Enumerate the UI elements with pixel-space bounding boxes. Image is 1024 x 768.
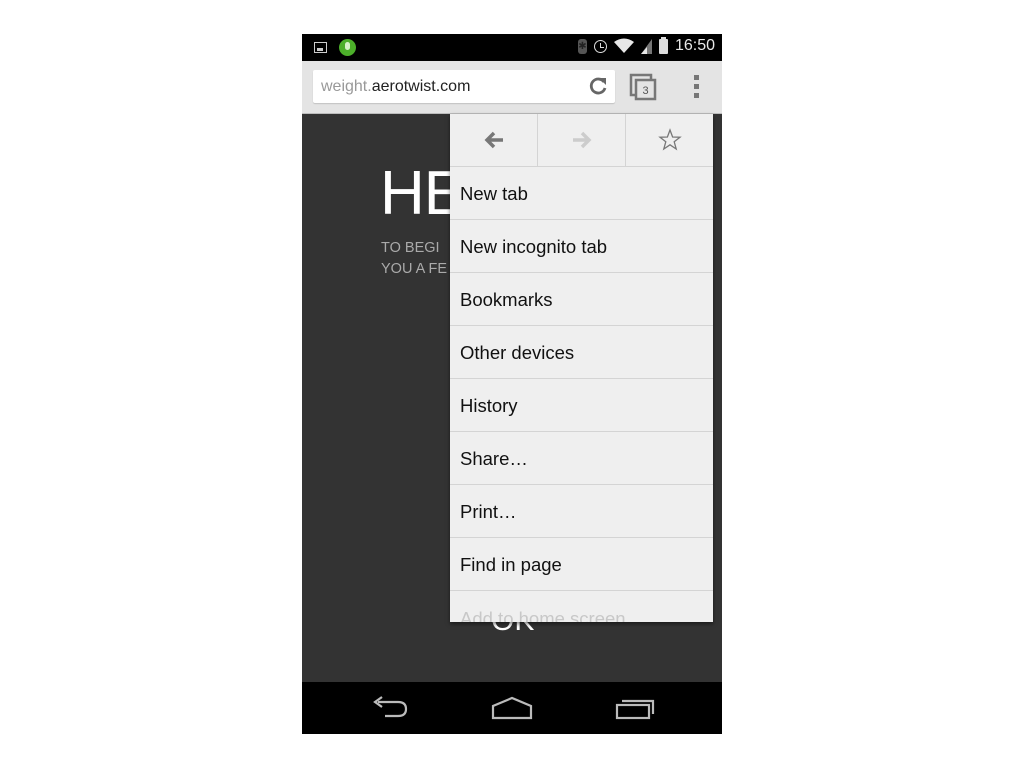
menu-item-add-to-home-screen[interactable]: Add to home screen (450, 591, 713, 622)
bookmark-star-icon (657, 128, 682, 151)
home-icon[interactable] (491, 696, 533, 720)
back-icon[interactable] (370, 696, 410, 720)
tab-count: 3 (642, 85, 648, 97)
menu-item-history[interactable]: History (450, 379, 713, 432)
bookmark-button[interactable] (626, 114, 713, 166)
menu-item-bookmarks[interactable]: Bookmarks (450, 273, 713, 326)
status-bar: ✱ 16:50 (302, 34, 722, 61)
menu-item-new-incognito-tab[interactable]: New incognito tab (450, 220, 713, 273)
wifi-icon (613, 38, 634, 53)
menu-item-new-tab[interactable]: New tab (450, 167, 713, 220)
alarm-icon (593, 39, 607, 53)
clock: 16:50 (674, 37, 715, 54)
intro-line: YOU A FE (381, 261, 448, 277)
back-arrow-icon (484, 131, 503, 149)
back-button[interactable] (450, 114, 538, 166)
recent-apps-icon[interactable] (615, 696, 655, 720)
page-intro-text: TO BEGI YOU A FE (381, 238, 447, 280)
voice-mic-icon (339, 39, 356, 56)
menu-item-other-devices[interactable]: Other devices (450, 326, 713, 379)
battery-icon (658, 36, 668, 54)
menu-item-find-in-page[interactable]: Find in page (450, 538, 713, 591)
cell-signal-icon (640, 38, 652, 54)
browser-toolbar: weight.aerotwist.com 3 (302, 61, 722, 114)
forward-button[interactable] (538, 114, 626, 166)
url-text[interactable]: weight.aerotwist.com (321, 78, 470, 96)
menu-action-row (450, 114, 713, 167)
menu-dot (693, 84, 699, 89)
browser-overflow-menu: New tab New incognito tab Bookmarks Othe… (450, 114, 713, 622)
url-subdomain: weight. (321, 78, 372, 95)
menu-dot (693, 93, 699, 98)
forward-arrow-icon (572, 131, 591, 149)
intro-line: TO BEGI (381, 240, 440, 256)
menu-item-share[interactable]: Share… (450, 432, 713, 485)
image-notification-icon (314, 42, 327, 53)
menu-dot (693, 75, 699, 80)
tab-switcher-button[interactable]: 3 (629, 73, 657, 101)
menu-item-print[interactable]: Print… (450, 485, 713, 538)
reload-icon[interactable] (587, 75, 609, 97)
system-nav-bar (302, 682, 722, 734)
overflow-menu-button[interactable] (691, 75, 701, 101)
url-domain: aerotwist.com (371, 78, 471, 95)
url-bar[interactable]: weight.aerotwist.com (313, 70, 615, 103)
phone-screen: ✱ 16:50 weight.aerotwist.com 3 HE TO BEG… (302, 34, 722, 734)
bluetooth-icon: ✱ (577, 38, 587, 54)
